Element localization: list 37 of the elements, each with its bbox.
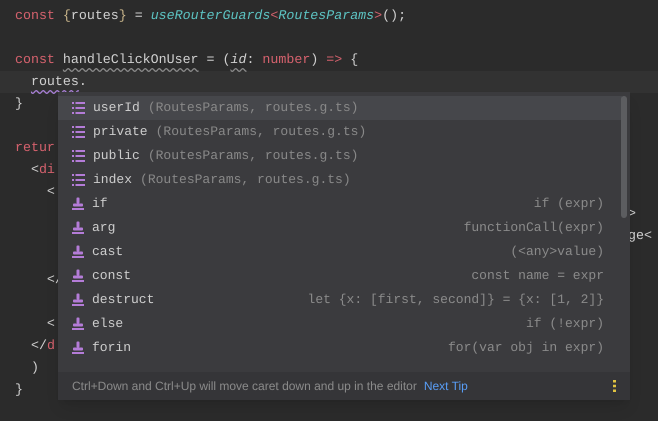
completion-item[interactable]: index (RoutesParams, routes.g.ts) [58, 168, 622, 192]
code-line: const {routes} = useRouterGuards<RoutesParams>(); [15, 7, 406, 26]
stamp-icon [72, 221, 84, 235]
completion-item[interactable]: public (RoutesParams, routes.g.ts) [58, 144, 622, 168]
code-line: } [15, 381, 23, 400]
code-line: < [46, 315, 55, 334]
scrollbar-thumb[interactable] [621, 96, 627, 218]
stamp-icon [72, 269, 84, 283]
next-tip-link[interactable]: Next Tip [424, 377, 468, 395]
code-line: <di [30, 161, 55, 180]
code-line: } [15, 95, 23, 114]
list-icon [72, 102, 85, 114]
completion-item[interactable]: private (RoutesParams, routes.g.ts) [58, 120, 622, 144]
completion-item[interactable]: if if (expr) [58, 192, 622, 216]
completion-item[interactable]: forin for(var obj in expr) [58, 336, 622, 360]
completion-item[interactable]: userId (RoutesParams, routes.g.ts) [58, 96, 622, 120]
completion-item[interactable]: else if (!expr) [58, 312, 622, 336]
tip-text: Ctrl+Down and Ctrl+Up will move caret down and up in the editor [72, 378, 417, 395]
stamp-icon [72, 245, 84, 259]
stamp-icon [72, 197, 84, 211]
stamp-icon [72, 293, 84, 307]
list-icon [72, 126, 85, 138]
completion-item[interactable]: cast (<any>value) [58, 240, 622, 264]
list-icon [72, 150, 85, 162]
completion-item[interactable]: arg functionCall(expr) [58, 216, 622, 240]
code-line: </d [30, 337, 55, 356]
code-line: routes. [30, 73, 87, 92]
completion-item[interactable]: destruct let {x: [first, second]} = {x: [1, 2]} [58, 288, 622, 312]
more-icon[interactable] [613, 380, 616, 392]
code-line: retur [15, 139, 55, 158]
list-icon [72, 174, 85, 186]
stamp-icon [72, 341, 84, 355]
code-line: < [46, 183, 55, 202]
code-line: ) [30, 359, 39, 378]
completion-item[interactable]: const const name = expr [58, 264, 622, 288]
stamp-icon [72, 317, 84, 331]
code-line: const handleClickOnUser = (id: number) => { [15, 51, 358, 70]
